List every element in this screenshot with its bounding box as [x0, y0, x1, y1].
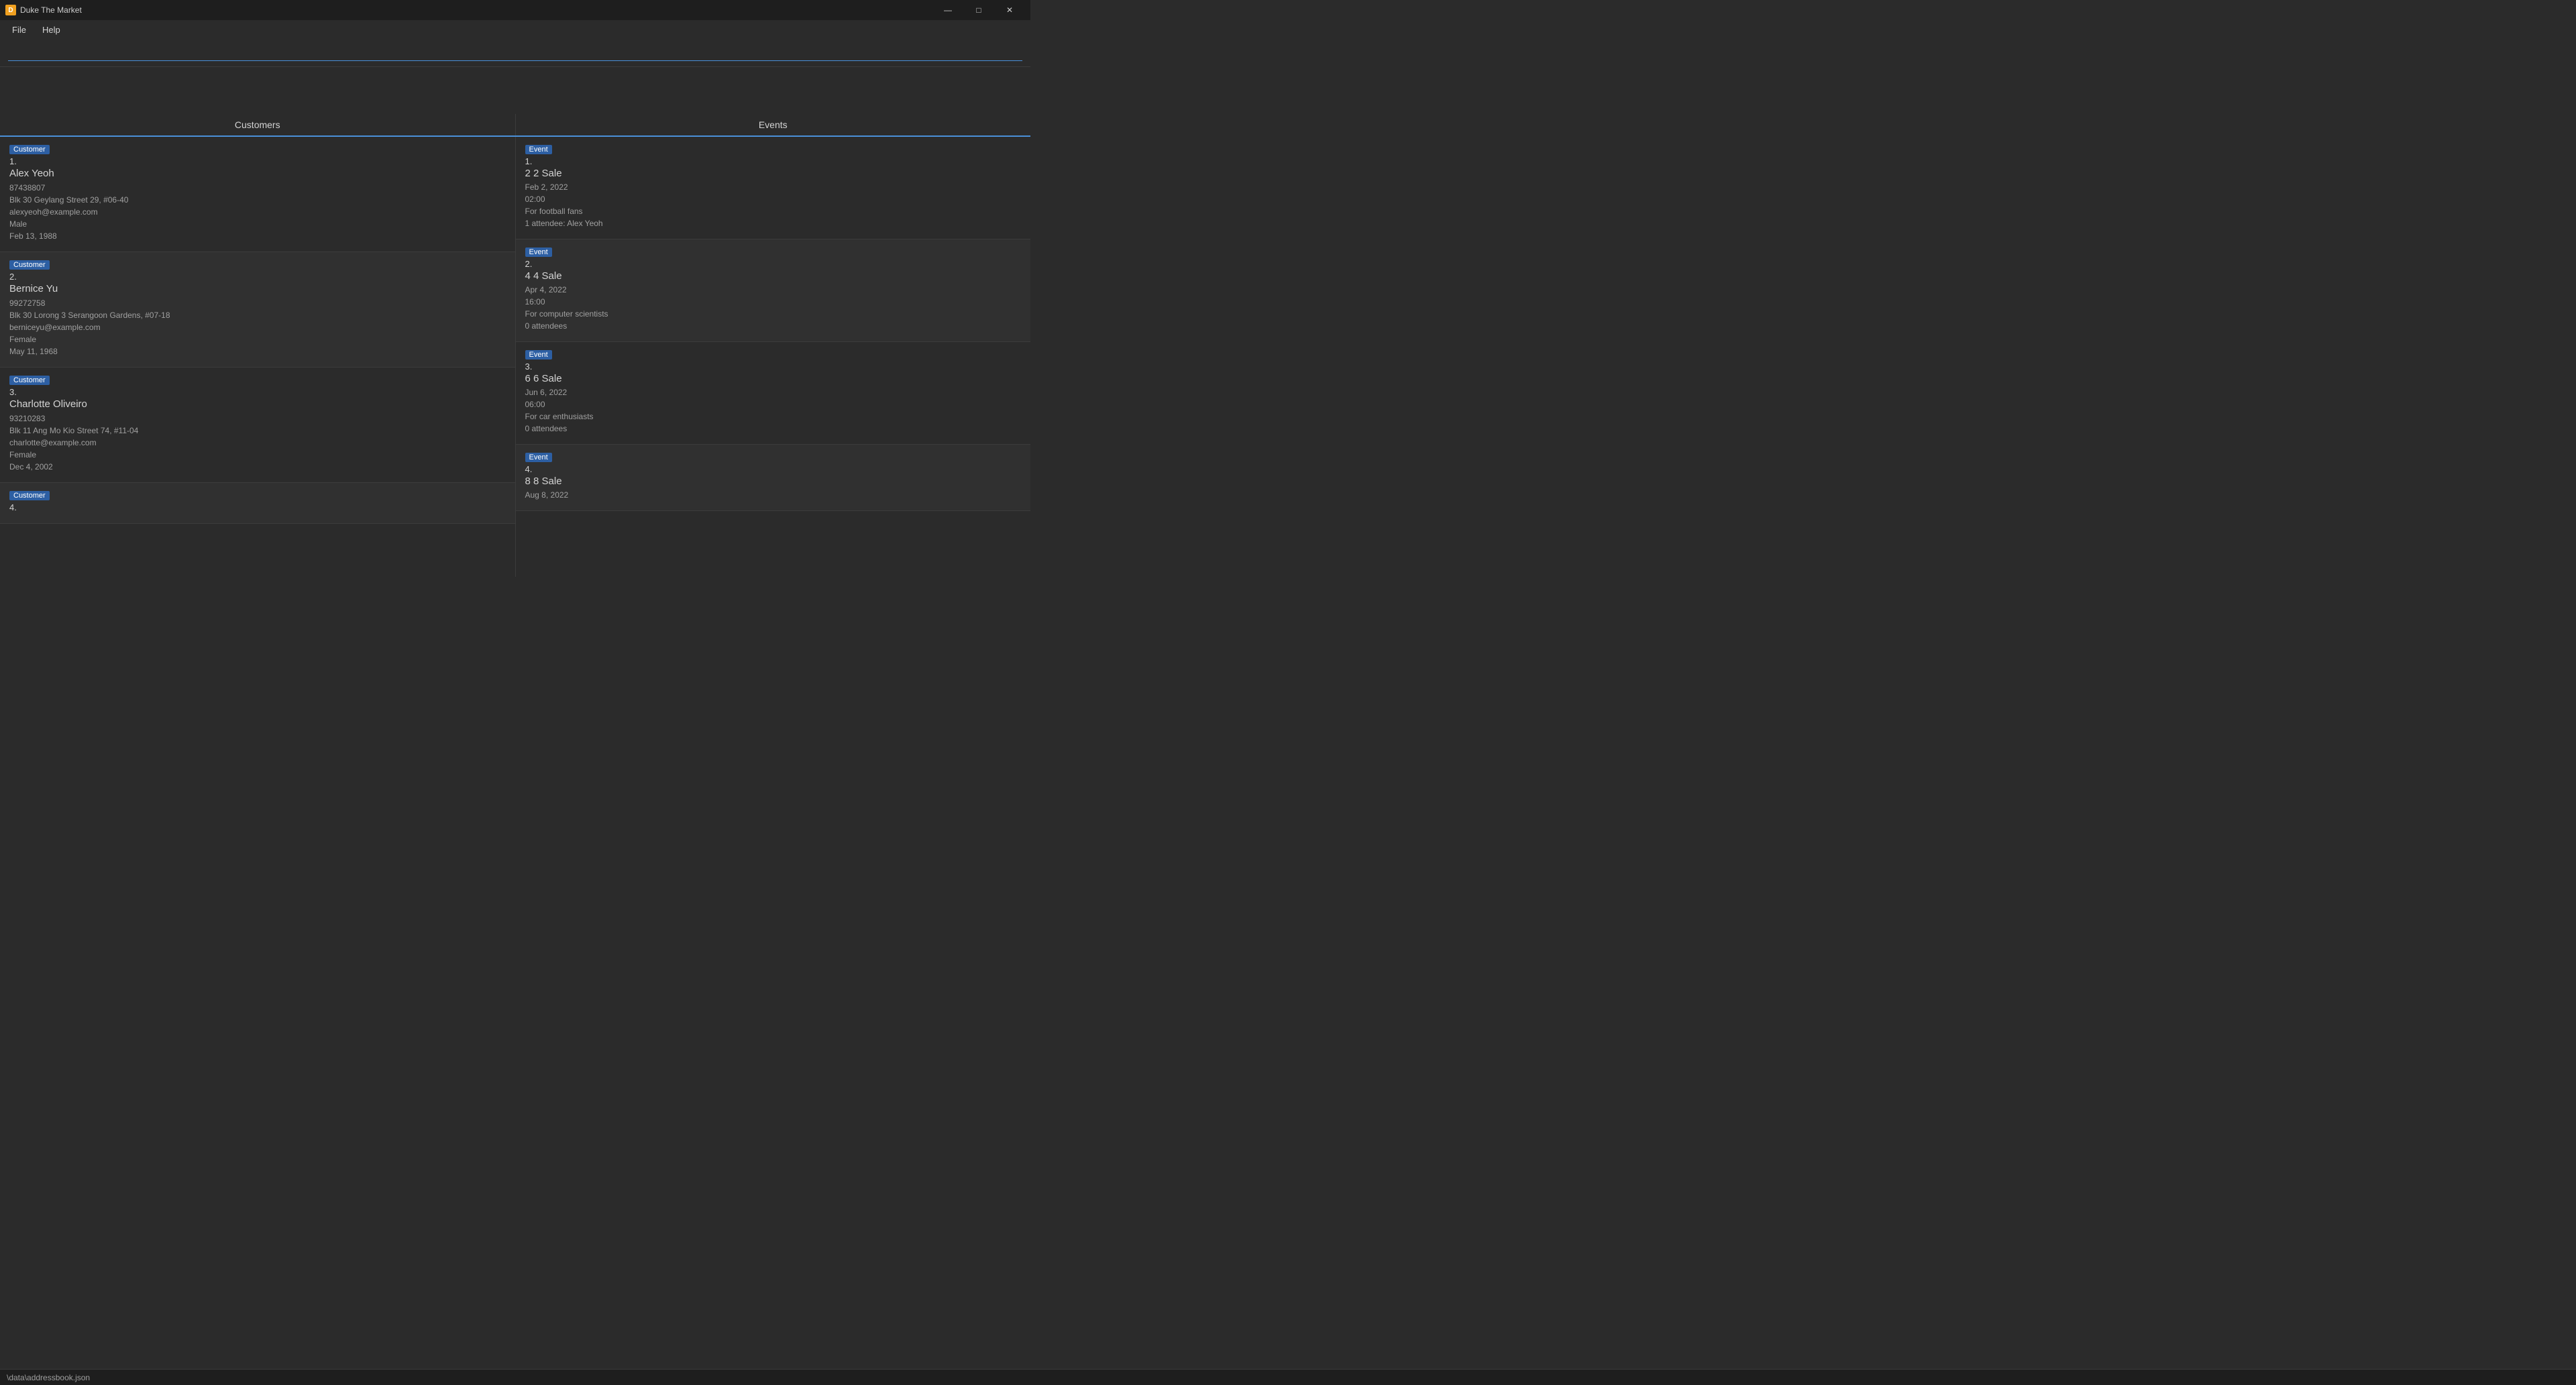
customer-phone-3: 93210283: [9, 412, 506, 425]
event-card-2[interactable]: Event 2. 4 4 Sale Apr 4, 2022 16:00 For …: [516, 239, 1031, 342]
customer-dob-2: May 11, 1968: [9, 345, 506, 357]
event-card-1[interactable]: Event 1. 2 2 Sale Feb 2, 2022 02:00 For …: [516, 137, 1031, 239]
search-input[interactable]: [8, 44, 1022, 61]
app-title: Duke The Market: [20, 5, 82, 15]
column-headers: Customers Events: [0, 114, 1030, 137]
maximize-button[interactable]: □: [963, 0, 994, 20]
event-name-3: 6 6 Sale: [525, 373, 1022, 384]
event-date-3: Jun 6, 2022: [525, 386, 1022, 398]
status-path: \data\addressbook.json: [7, 1373, 90, 1382]
event-card-3[interactable]: Event 3. 6 6 Sale Jun 6, 2022 06:00 For …: [516, 342, 1031, 445]
event-detail-1: Feb 2, 2022 02:00 For football fans 1 at…: [525, 181, 1022, 229]
event-attendees-3: 0 attendees: [525, 423, 1022, 435]
customer-name-3: Charlotte Oliveiro: [9, 398, 506, 410]
customer-card-4[interactable]: Customer 4.: [0, 483, 515, 524]
customer-number-2: 2.: [9, 272, 506, 282]
customer-gender-1: Male: [9, 218, 506, 230]
customer-detail-3: 93210283 Blk 11 Ang Mo Kio Street 74, #1…: [9, 412, 506, 473]
event-number-4: 4.: [525, 464, 1022, 474]
close-button[interactable]: ✕: [994, 0, 1025, 20]
customers-column-header: Customers: [0, 114, 516, 135]
event-date-2: Apr 4, 2022: [525, 284, 1022, 296]
customer-address-2: Blk 30 Lorong 3 Serangoon Gardens, #07-1…: [9, 309, 506, 321]
event-number-2: 2.: [525, 259, 1022, 269]
events-column-header: Events: [516, 114, 1031, 135]
event-detail-4: Aug 8, 2022: [525, 489, 1022, 501]
event-badge-2: Event: [525, 247, 552, 257]
main-content: Customer 1. Alex Yeoh 87438807 Blk 30 Ge…: [0, 137, 1030, 577]
event-desc-2: For computer scientists: [525, 308, 1022, 320]
customer-detail-1: 87438807 Blk 30 Geylang Street 29, #06-4…: [9, 182, 506, 242]
event-badge-1: Event: [525, 145, 552, 154]
customer-address-3: Blk 11 Ang Mo Kio Street 74, #11-04: [9, 425, 506, 437]
customer-badge-4: Customer: [9, 491, 50, 500]
customer-phone-1: 87438807: [9, 182, 506, 194]
event-desc-3: For car enthusiasts: [525, 410, 1022, 423]
title-bar: D Duke The Market — □ ✕: [0, 0, 1030, 20]
status-bar: \data\addressbook.json: [0, 1369, 2576, 1385]
menu-bar: File Help: [0, 20, 1030, 39]
event-detail-2: Apr 4, 2022 16:00 For computer scientist…: [525, 284, 1022, 332]
customer-number-1: 1.: [9, 156, 506, 166]
events-column[interactable]: Event 1. 2 2 Sale Feb 2, 2022 02:00 For …: [516, 137, 1031, 577]
customer-badge-3: Customer: [9, 376, 50, 385]
event-number-1: 1.: [525, 156, 1022, 166]
event-time-3: 06:00: [525, 398, 1022, 410]
event-card-4[interactable]: Event 4. 8 8 Sale Aug 8, 2022: [516, 445, 1031, 511]
customer-name-1: Alex Yeoh: [9, 168, 506, 179]
customer-dob-1: Feb 13, 1988: [9, 230, 506, 242]
customer-card-2[interactable]: Customer 2. Bernice Yu 99272758 Blk 30 L…: [0, 252, 515, 368]
top-area: [0, 67, 1030, 114]
title-bar-left: D Duke The Market: [5, 5, 82, 15]
event-time-1: 02:00: [525, 193, 1022, 205]
minimize-button[interactable]: —: [932, 0, 963, 20]
customer-email-2: berniceyu@example.com: [9, 321, 506, 333]
customer-dob-3: Dec 4, 2002: [9, 461, 506, 473]
event-badge-4: Event: [525, 453, 552, 462]
customer-number-4: 4.: [9, 502, 506, 512]
event-name-1: 2 2 Sale: [525, 168, 1022, 179]
window-controls: — □ ✕: [932, 0, 1025, 20]
event-badge-3: Event: [525, 350, 552, 359]
customer-address-1: Blk 30 Geylang Street 29, #06-40: [9, 194, 506, 206]
event-date-4: Aug 8, 2022: [525, 489, 1022, 501]
event-time-2: 16:00: [525, 296, 1022, 308]
customer-card-3[interactable]: Customer 3. Charlotte Oliveiro 93210283 …: [0, 368, 515, 483]
customer-gender-3: Female: [9, 449, 506, 461]
event-date-1: Feb 2, 2022: [525, 181, 1022, 193]
customer-phone-2: 99272758: [9, 297, 506, 309]
app-icon: D: [5, 5, 16, 15]
customer-name-2: Bernice Yu: [9, 283, 506, 294]
customer-gender-2: Female: [9, 333, 506, 345]
search-bar-container: [0, 39, 1030, 67]
customer-badge-2: Customer: [9, 260, 50, 270]
customer-number-3: 3.: [9, 387, 506, 397]
customer-card-1[interactable]: Customer 1. Alex Yeoh 87438807 Blk 30 Ge…: [0, 137, 515, 252]
event-attendees-1: 1 attendee: Alex Yeoh: [525, 217, 1022, 229]
event-attendees-2: 0 attendees: [525, 320, 1022, 332]
event-desc-1: For football fans: [525, 205, 1022, 217]
customer-detail-2: 99272758 Blk 30 Lorong 3 Serangoon Garde…: [9, 297, 506, 357]
menu-help[interactable]: Help: [36, 22, 67, 38]
customer-email-3: charlotte@example.com: [9, 437, 506, 449]
event-name-4: 8 8 Sale: [525, 476, 1022, 487]
event-detail-3: Jun 6, 2022 06:00 For car enthusiasts 0 …: [525, 386, 1022, 435]
event-name-2: 4 4 Sale: [525, 270, 1022, 282]
customers-column[interactable]: Customer 1. Alex Yeoh 87438807 Blk 30 Ge…: [0, 137, 516, 577]
menu-file[interactable]: File: [5, 22, 33, 38]
customer-email-1: alexyeoh@example.com: [9, 206, 506, 218]
customer-badge-1: Customer: [9, 145, 50, 154]
event-number-3: 3.: [525, 362, 1022, 372]
